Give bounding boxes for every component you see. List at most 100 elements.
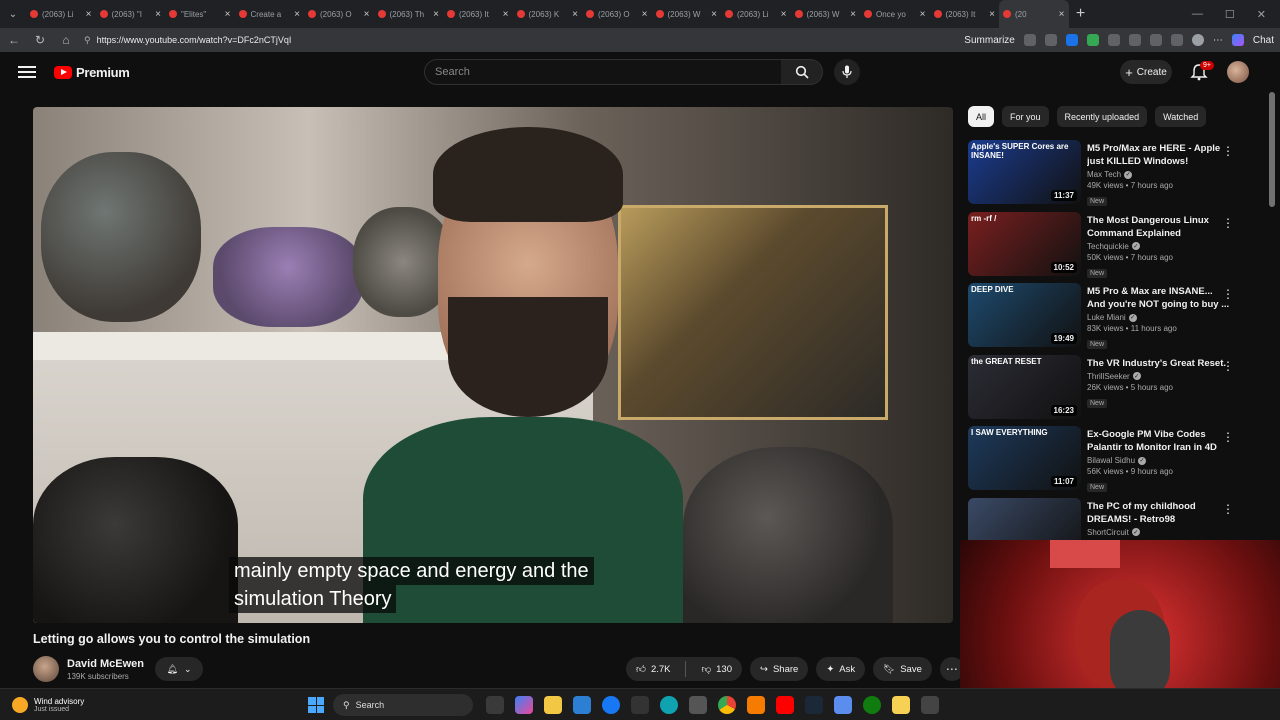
related-channel-name[interactable]: Bilawal Sidhu bbox=[1087, 456, 1135, 465]
file-explorer-icon[interactable] bbox=[544, 696, 562, 714]
tab-close-icon[interactable]: × bbox=[1059, 9, 1065, 20]
browser-tab[interactable]: (2063) It × bbox=[443, 0, 513, 28]
copilot-icon[interactable] bbox=[1231, 34, 1244, 46]
related-video[interactable]: Apple's SUPER Cores are INSANE! 11:37 M5 P… bbox=[968, 140, 1248, 212]
more-options-icon[interactable]: ⋮ bbox=[1222, 430, 1234, 444]
dislike-button[interactable]: 👎︎ 130 bbox=[691, 657, 742, 681]
tab-close-icon[interactable]: × bbox=[155, 9, 161, 20]
filter-chip[interactable]: All bbox=[968, 106, 995, 127]
create-button[interactable]: + Create bbox=[1120, 60, 1172, 84]
channel-avatar[interactable] bbox=[33, 656, 59, 682]
tab-close-icon[interactable]: × bbox=[781, 9, 787, 20]
store-icon[interactable] bbox=[573, 696, 591, 714]
share-button[interactable]: ↪ Share bbox=[750, 657, 809, 681]
browser-tab[interactable]: (2063) It × bbox=[930, 0, 1000, 28]
search-button[interactable] bbox=[781, 59, 823, 85]
notes-icon[interactable] bbox=[892, 696, 910, 714]
browser-tab[interactable]: (20 × bbox=[999, 0, 1069, 28]
related-video[interactable]: I SAW EVERYTHING 11:07 Ex-Google PM Vibe C… bbox=[968, 426, 1248, 498]
tab-close-icon[interactable]: × bbox=[920, 9, 926, 20]
filter-chip[interactable]: Recently uploaded bbox=[1056, 106, 1148, 127]
amazon-icon[interactable] bbox=[631, 696, 649, 714]
browser-tab[interactable]: (2063) K × bbox=[513, 0, 583, 28]
more-options-icon[interactable]: ⋮ bbox=[1222, 502, 1234, 516]
tab-close-icon[interactable]: × bbox=[572, 9, 578, 20]
video-thumbnail[interactable]: DEEP DIVE 19:49 bbox=[968, 283, 1081, 347]
close-window-icon[interactable]: ✕ bbox=[1257, 8, 1266, 21]
video-thumbnail[interactable]: I SAW EVERYTHING 11:07 bbox=[968, 426, 1081, 490]
related-video-title[interactable]: M5 Pro/Max are HERE - Apple just KILLED … bbox=[1087, 142, 1230, 168]
reload-icon[interactable]: ↻ bbox=[32, 33, 48, 47]
extensions-puzzle-icon[interactable] bbox=[1107, 34, 1120, 46]
bookmark-icon[interactable] bbox=[1044, 34, 1057, 46]
video-thumbnail[interactable]: rm -rf / 10:52 bbox=[968, 211, 1081, 276]
vlc-icon[interactable] bbox=[747, 696, 765, 714]
tab-close-icon[interactable]: × bbox=[86, 9, 92, 20]
app-icon[interactable] bbox=[921, 696, 939, 714]
maximize-icon[interactable]: ☐ bbox=[1225, 8, 1235, 21]
more-options-icon[interactable]: ⋮ bbox=[1222, 216, 1234, 230]
profile-icon[interactable] bbox=[1191, 34, 1204, 46]
chat-button[interactable]: Chat bbox=[1253, 35, 1274, 46]
task-view-icon[interactable] bbox=[486, 696, 504, 714]
menu-dots-icon[interactable]: ⋯ bbox=[1213, 35, 1223, 46]
browser-tab[interactable]: "Elites" × bbox=[165, 0, 235, 28]
browser-tab[interactable]: (2063) "I × bbox=[96, 0, 166, 28]
youtube-icon[interactable] bbox=[776, 696, 794, 714]
related-channel-name[interactable]: Techquickie bbox=[1087, 242, 1129, 251]
url-field[interactable]: ⚲ https://www.youtube.com/watch?v=DFc2nC… bbox=[84, 31, 954, 49]
browser-tab[interactable]: (2063) Li × bbox=[721, 0, 791, 28]
tab-close-icon[interactable]: × bbox=[642, 9, 648, 20]
tab-close-icon[interactable]: × bbox=[850, 9, 856, 20]
channel-name[interactable]: David McEwen bbox=[67, 658, 144, 670]
more-options-icon[interactable]: ⋮ bbox=[1222, 359, 1234, 373]
windows-start-icon[interactable] bbox=[308, 697, 324, 713]
related-video-title[interactable]: Ex-Google PM Vibe Codes Palantir to Moni… bbox=[1087, 428, 1230, 454]
copilot-icon[interactable] bbox=[515, 696, 533, 714]
related-video-title[interactable]: The PC of my childhood DREAMS! - Retro98 bbox=[1087, 500, 1230, 526]
related-channel-name[interactable]: Luke Miani bbox=[1087, 313, 1126, 322]
extension-icon[interactable] bbox=[1128, 34, 1141, 46]
video-thumbnail[interactable]: Apple's SUPER Cores are INSANE! 11:37 bbox=[968, 140, 1081, 204]
browser-tab[interactable]: (2063) O × bbox=[304, 0, 374, 28]
tab-search-icon[interactable]: ⌄ bbox=[0, 0, 26, 28]
edge-icon[interactable] bbox=[660, 696, 678, 714]
favorites-icon[interactable] bbox=[1149, 34, 1162, 46]
extension-icon[interactable] bbox=[1086, 34, 1099, 46]
browser-tab[interactable]: Create a × bbox=[235, 0, 305, 28]
like-button[interactable]: 👍︎ 2.7K bbox=[626, 657, 680, 681]
browser-tab[interactable]: (2063) W × bbox=[652, 0, 722, 28]
browser-tab[interactable]: (2063) Th × bbox=[374, 0, 444, 28]
extension-icon[interactable] bbox=[1023, 34, 1036, 46]
voice-search-button[interactable] bbox=[834, 59, 860, 85]
tab-close-icon[interactable]: × bbox=[225, 9, 231, 20]
related-video-title[interactable]: The VR Industry's Great Reset. bbox=[1087, 357, 1230, 370]
ask-button[interactable]: ✦ Ask bbox=[816, 657, 866, 681]
account-avatar[interactable] bbox=[1227, 61, 1249, 83]
steam-icon[interactable] bbox=[805, 696, 823, 714]
chrome-icon[interactable] bbox=[718, 696, 736, 714]
taskbar-search[interactable]: ⚲ Search bbox=[333, 694, 473, 716]
xbox-icon[interactable] bbox=[863, 696, 881, 714]
facebook-icon[interactable] bbox=[602, 696, 620, 714]
tab-close-icon[interactable]: × bbox=[364, 9, 370, 20]
tab-close-icon[interactable]: × bbox=[294, 9, 300, 20]
browser-tab[interactable]: (2063) W × bbox=[791, 0, 861, 28]
filter-chip[interactable]: For you bbox=[1002, 106, 1049, 127]
related-video-title[interactable]: M5 Pro & Max are INSANE... And you're NO… bbox=[1087, 285, 1230, 311]
summarize-button[interactable]: Summarize bbox=[964, 35, 1015, 46]
shield-icon[interactable] bbox=[1170, 34, 1183, 46]
related-video[interactable]: rm -rf / 10:52 The Most Dangerous Linux Co… bbox=[968, 211, 1248, 284]
weather-widget[interactable]: Wind advisory Just issued bbox=[12, 696, 84, 713]
tab-close-icon[interactable]: × bbox=[989, 9, 995, 20]
tab-close-icon[interactable]: × bbox=[433, 9, 439, 20]
related-channel-name[interactable]: ThrillSeeker bbox=[1087, 372, 1130, 381]
app-icon[interactable] bbox=[834, 696, 852, 714]
site-info-icon[interactable]: ⚲ bbox=[84, 35, 91, 46]
more-options-icon[interactable]: ⋮ bbox=[1222, 144, 1234, 158]
menu-icon[interactable] bbox=[18, 66, 36, 78]
related-video-title[interactable]: The Most Dangerous Linux Command Explain… bbox=[1087, 214, 1230, 240]
browser-tab[interactable]: (2063) O × bbox=[582, 0, 652, 28]
page-scrollbar[interactable] bbox=[1269, 92, 1275, 207]
tab-close-icon[interactable]: × bbox=[711, 9, 717, 20]
